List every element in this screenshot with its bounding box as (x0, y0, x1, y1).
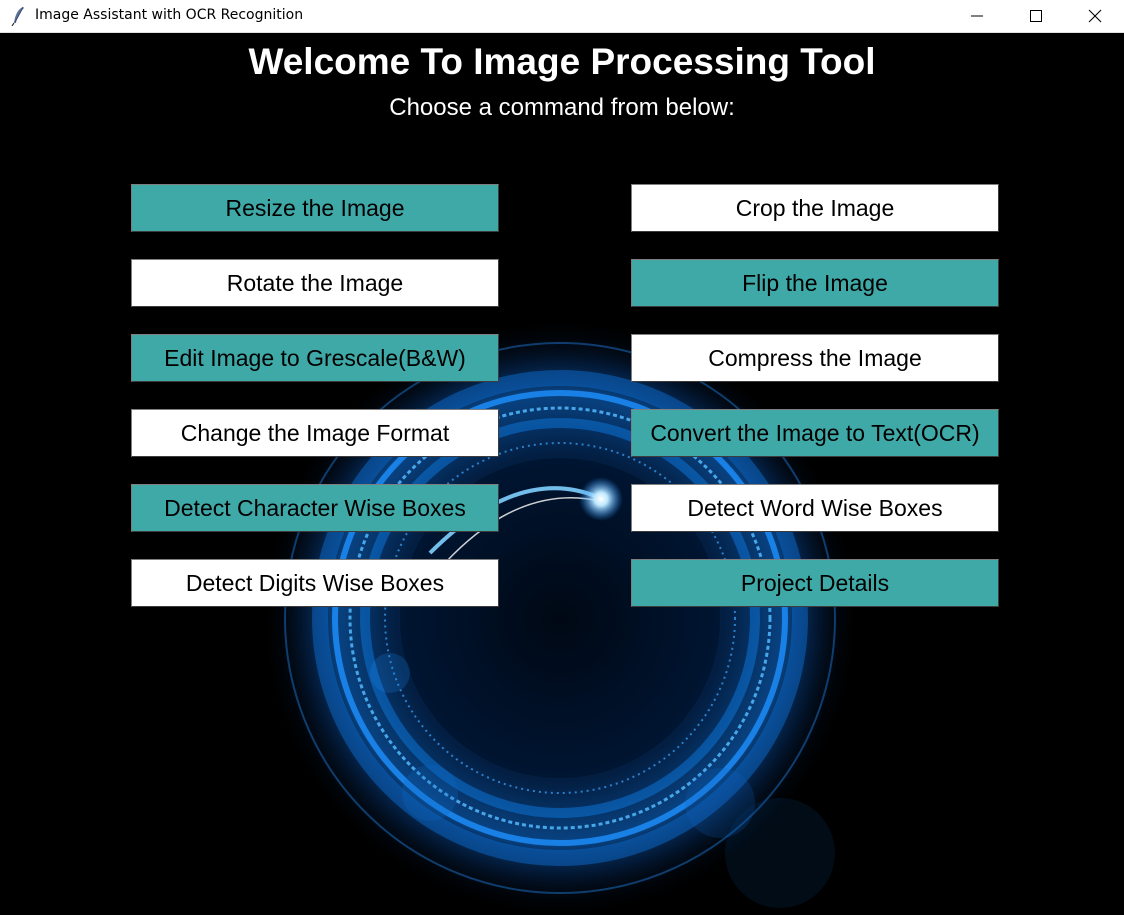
glowing-ring-background (260, 318, 860, 915)
page-title: Welcome To Image Processing Tool (248, 41, 876, 82)
title-bar[interactable]: Image Assistant with OCR Recognition (0, 0, 1124, 33)
main-canvas: Welcome To Image Processing Tool Choose … (0, 33, 1124, 915)
feather-icon (11, 6, 24, 26)
app-window: Image Assistant with OCR Recognition Wel… (0, 0, 1124, 915)
page-subtitle: Choose a command from below: (389, 94, 735, 121)
maximize-button[interactable] (1007, 0, 1065, 32)
close-icon (1088, 9, 1102, 23)
detect-digit-boxes-button[interactable]: Detect Digits Wise Boxes (131, 559, 499, 607)
ocr-convert-button[interactable]: Convert the Image to Text(OCR) (631, 409, 999, 457)
project-details-button[interactable]: Project Details (631, 559, 999, 607)
flip-image-button[interactable]: Flip the Image (631, 259, 999, 307)
greyscale-image-button[interactable]: Edit Image to Grescale(B&W) (131, 334, 499, 382)
resize-image-button[interactable]: Resize the Image (131, 184, 499, 232)
rotate-image-button[interactable]: Rotate the Image (131, 259, 499, 307)
compress-image-button[interactable]: Compress the Image (631, 334, 999, 382)
detect-character-boxes-button[interactable]: Detect Character Wise Boxes (131, 484, 499, 532)
minimize-icon (971, 15, 983, 17)
minimize-button[interactable] (948, 0, 1006, 32)
detect-word-boxes-button[interactable]: Detect Word Wise Boxes (631, 484, 999, 532)
change-format-button[interactable]: Change the Image Format (131, 409, 499, 457)
close-button[interactable] (1066, 0, 1124, 32)
maximize-icon (1030, 10, 1042, 22)
window-title: Image Assistant with OCR Recognition (35, 7, 304, 23)
crop-image-button[interactable]: Crop the Image (631, 184, 999, 232)
